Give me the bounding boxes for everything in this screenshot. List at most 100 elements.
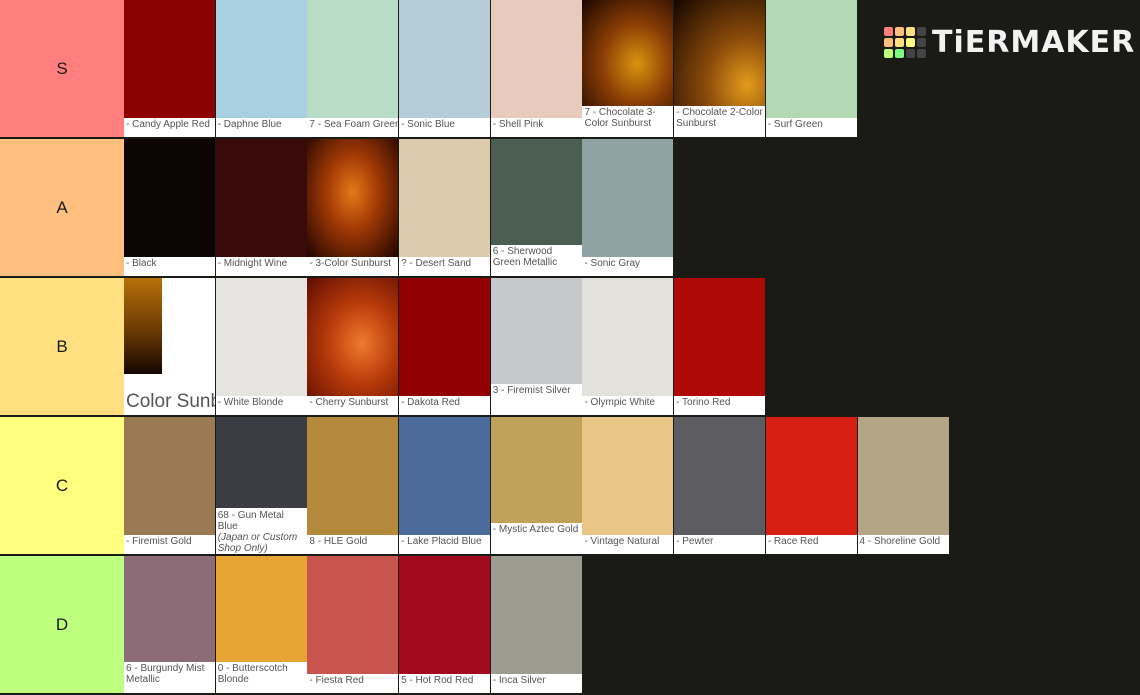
tier-item-card[interactable]: - Lake Placid Blue [399,417,491,554]
tier-items: - Firemist Gold 68 - Gun Metal Blue (Japan… [124,417,949,554]
item-caption-text: - Sonic Gray [584,258,641,269]
color-swatch [490,0,582,118]
color-swatch [582,278,674,396]
tier-label[interactable]: S [0,0,124,137]
tier-item-card[interactable]: 6 - Burgundy Mist Metallic [124,556,215,693]
color-swatch [399,139,491,257]
tier-item-card[interactable]: - 3-Color Sunburst [307,139,399,276]
logo-cell [895,37,904,47]
tier-item-card[interactable]: - Mystic Aztec Gold [490,417,582,554]
item-caption-text: - Fiesta Red [309,675,364,686]
item-caption: - Cherry Sunburst [307,393,398,415]
tier-item-card[interactable]: - Chocolate 2-Color Sunburst [674,0,766,137]
tier-item-card[interactable]: 5 - Hot Rod Red [399,556,491,693]
item-caption-text: - Lake Placid Blue [401,536,482,547]
color-swatch [215,278,307,396]
item-caption: 7 - Sea Foam Green [307,115,398,137]
item-caption: 6 - Sherwood Green Metallic [491,242,582,276]
tier-item-card[interactable]: - White Blonde [215,278,307,415]
item-caption-text: - Mystic Aztec Gold [492,524,579,535]
tier-item-card[interactable]: - Vintage Natural [582,417,674,554]
tier-item-card[interactable]: ? - Desert Sand [399,139,491,276]
tier-item-card[interactable]: - Dakota Red [399,278,491,415]
logo-cell [917,37,926,47]
tier-list: S- Candy Apple Red - Daphne Blue 7 - Sea F… [0,0,1140,695]
tier-row-c: C- Firemist Gold 68 - Gun Metal Blue (Japa… [0,417,1140,556]
tier-item-card[interactable]: - Race Red [765,417,857,554]
tier-item-card[interactable]: - Midnight Wine [215,139,307,276]
color-swatch [582,0,674,106]
item-caption-text: - Inca Silver [492,675,546,686]
tier-item-card[interactable]: - Sonic Gray [582,139,674,276]
item-caption-text: 4 - Shoreline Gold [859,536,941,547]
item-caption-text: 68 - Gun Metal Blue [217,510,284,532]
item-caption-subtext: (Japan or Custom Shop Only) [217,532,298,554]
item-caption: 6 - Burgundy Mist Metallic [124,659,215,693]
item-caption-text: 6 - Sherwood Green Metallic [492,246,558,268]
item-caption-text: - Black [126,258,157,269]
item-caption-text: - Race Red [767,536,819,547]
tier-item-card[interactable]: - Surf Green [765,0,857,137]
color-swatch [215,417,307,508]
color-swatch [490,556,582,674]
tier-item-card[interactable]: - Candy Apple Red [124,0,215,137]
tier-item-card[interactable]: 68 - Gun Metal Blue (Japan or Custom Shop… [215,417,307,554]
color-swatch [399,417,491,535]
tier-item-card[interactable]: 7 - Sea Foam Green [307,0,399,137]
item-caption-text: - Firemist Gold [126,536,192,547]
tier-item-card[interactable]: - Firemist Gold [124,417,215,554]
logo-cell [884,37,893,47]
item-caption-text: 5 - Hot Rod Red [401,675,474,686]
tier-label[interactable]: A [0,139,124,276]
item-caption: 68 - Gun Metal Blue (Japan or Custom Shop… [216,506,307,554]
item-caption: - Vintage Natural [582,532,673,554]
tier-item-card[interactable]: - Fiesta Red [307,556,399,693]
color-swatch [582,139,674,257]
color-swatch [124,139,215,257]
tier-item-card[interactable]: - Cherry Sunburst [307,278,399,415]
item-caption: - Candy Apple Red [124,115,215,137]
tier-label[interactable]: C [0,417,124,554]
item-caption: - Mystic Aztec Gold [491,520,582,554]
item-caption: - Inca Silver [491,671,582,693]
item-caption: - Daphne Blue [216,115,307,137]
color-swatch [307,139,399,257]
item-caption-text: - Vintage Natural [584,536,660,547]
tier-item-card[interactable]: - Daphne Blue [215,0,307,137]
tier-item-card[interactable]: - Sonic Blue [399,0,491,137]
tier-label[interactable]: B [0,278,124,415]
color-swatch [124,417,215,535]
tier-item-card[interactable]: 0 - Butterscotch Blonde [215,556,307,693]
tier-item-card[interactable]: - Torino Red [674,278,766,415]
color-swatch [674,417,766,535]
item-caption: 8 - HLE Gold [307,532,398,554]
tier-item-card[interactable]: - Pewter [674,417,766,554]
item-caption: 4 - Shoreline Gold [858,532,949,554]
color-swatch [765,417,857,535]
item-caption-text: 3 - Firemist Silver [492,385,571,396]
item-caption: 3 - Firemist Silver [491,381,582,415]
logo-cell [917,26,926,36]
item-caption: - Surf Green [766,115,857,137]
logo-cell [895,48,904,58]
tier-item-card[interactable]: 3 - Firemist Silver [490,278,582,415]
color-swatch [307,556,399,674]
item-caption-text: 0 - Butterscotch Blonde [217,663,288,685]
tier-item-card[interactable]: 7 - Chocolate 3-Color Sunburst [582,0,674,137]
tier-item-card[interactable]: Color Sunburst [124,278,215,415]
item-caption-text: - Surf Green [767,119,823,130]
tiermaker-logo[interactable]: TiERMAKER [884,20,1134,64]
tier-item-card[interactable]: - Black [124,139,215,276]
logo-cell [895,26,904,36]
item-caption: - Sonic Blue [399,115,490,137]
tier-item-card[interactable]: - Olympic White [582,278,674,415]
item-caption-text: - Olympic White [584,397,655,408]
tier-label[interactable]: D [0,556,124,693]
tier-item-card[interactable]: 6 - Sherwood Green Metallic [490,139,582,276]
logo-cell [906,26,915,36]
tier-item-card[interactable]: 4 - Shoreline Gold [857,417,949,554]
tier-item-card[interactable]: - Inca Silver [490,556,582,693]
tier-item-card[interactable]: 8 - HLE Gold [307,417,399,554]
tier-item-card[interactable]: - Shell Pink [490,0,582,137]
item-caption-text: ? - Desert Sand [401,258,472,269]
